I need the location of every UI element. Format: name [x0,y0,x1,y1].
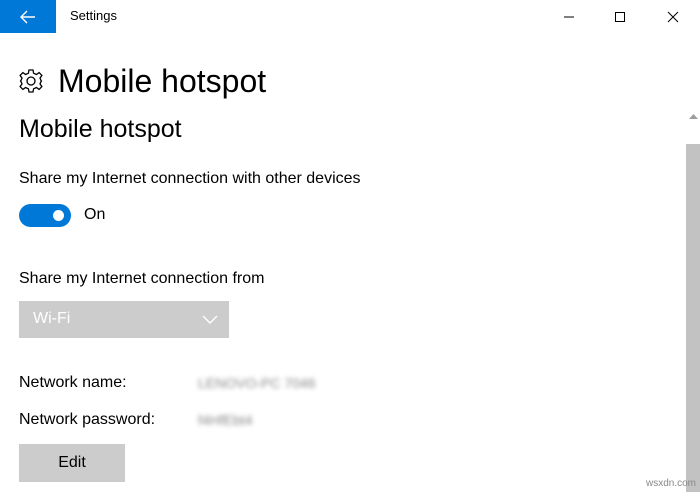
title-bar: Settings [0,0,700,33]
minimize-icon [564,16,574,17]
network-password-value: f4HfEbt4 [198,412,253,428]
back-arrow-icon [20,10,35,23]
network-name-value: LENOVO-PC 7046 [198,375,316,391]
section-title: Mobile hotspot [19,115,182,143]
scroll-thumb[interactable] [686,144,700,492]
share-connection-toggle[interactable] [19,204,71,227]
maximize-button[interactable] [597,0,643,33]
edit-button[interactable]: Edit [19,444,125,482]
scroll-up-button[interactable] [686,108,700,124]
minimize-button[interactable] [546,0,592,33]
dropdown-selected-value: Wi-Fi [33,310,71,327]
chevron-down-icon [202,315,218,324]
toggle-state-text: On [84,206,106,223]
chevron-up-icon [688,114,698,119]
gear-icon [18,68,44,94]
share-toggle-label: Share my Internet connection with other … [19,170,361,187]
vertical-scrollbar[interactable] [686,106,700,492]
page-header: Mobile hotspot [18,62,266,100]
window-title: Settings [70,8,117,23]
close-icon [667,11,679,22]
share-from-label: Share my Internet connection from [19,270,265,287]
share-from-dropdown[interactable]: Wi-Fi [19,301,229,338]
close-button[interactable] [650,0,696,33]
watermark-text: wsxdn.com [646,478,697,489]
network-password-label: Network password: [19,411,156,428]
network-name-label: Network name: [19,374,127,391]
toggle-knob [53,210,64,221]
back-button[interactable] [0,0,56,33]
maximize-icon [615,11,625,22]
page-title: Mobile hotspot [58,63,267,99]
